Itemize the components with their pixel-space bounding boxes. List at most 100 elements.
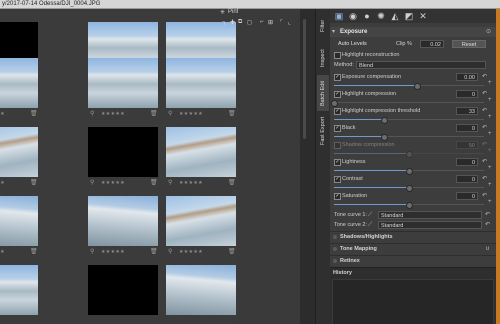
- highlight-reconstruction-checkbox[interactable]: [334, 52, 341, 59]
- edited-icon[interactable]: ⚲: [90, 110, 94, 118]
- section-toggle-icon[interactable]: ⊙: [486, 27, 491, 37]
- thumbnail-image[interactable]: [88, 196, 158, 246]
- filmstrip-scrollbar[interactable]: [303, 19, 306, 139]
- rating-stars[interactable]: ★★★★★: [0, 110, 5, 118]
- thumbnail-cell[interactable]: ⚲★★★★★🗑: [166, 127, 236, 193]
- curve-icon[interactable]: ⟋: [368, 210, 372, 220]
- add-icon[interactable]: +: [488, 112, 492, 122]
- reset-slider-icon[interactable]: ↶: [482, 191, 487, 201]
- history-list[interactable]: [332, 279, 494, 324]
- add-icon[interactable]: +: [488, 180, 492, 190]
- trash-icon[interactable]: 🗑: [150, 110, 158, 118]
- slider-value-input[interactable]: 0: [456, 192, 478, 200]
- section-enabled-icon[interactable]: [333, 235, 337, 239]
- arrange-tool-icon[interactable]: ⧉: [238, 19, 242, 26]
- thumbnail-cell[interactable]: [166, 265, 236, 324]
- reset-slider-icon[interactable]: ↶: [482, 89, 487, 99]
- thumbnail-image[interactable]: [88, 127, 158, 177]
- flip-tool-icon[interactable]: ⌞: [288, 19, 291, 26]
- add-tool-icon[interactable]: ✚: [230, 19, 235, 26]
- transform-tab-icon[interactable]: ◭: [390, 11, 400, 21]
- thumbnail-cell[interactable]: ⚲★★★★★🗑: [0, 127, 38, 193]
- trash-icon[interactable]: 🗑: [30, 179, 38, 187]
- slider-value-input[interactable]: 0.00: [456, 73, 478, 81]
- rating-stars[interactable]: ★★★★★: [101, 110, 125, 118]
- trash-icon[interactable]: 🗑: [150, 179, 158, 187]
- slider-knob[interactable]: [406, 202, 413, 209]
- trash-icon[interactable]: 🗑: [228, 110, 236, 118]
- thumbnail-image[interactable]: [166, 265, 236, 315]
- rotate-tool-icon[interactable]: ⌜: [280, 19, 283, 26]
- thumbnail-cell[interactable]: ⚲★★★★★🗑: [0, 58, 38, 124]
- slider-checkbox[interactable]: [334, 142, 341, 149]
- add-icon[interactable]: +: [488, 78, 492, 88]
- curve-icon[interactable]: ⟋: [368, 220, 372, 230]
- thumbnail-image[interactable]: [166, 58, 236, 108]
- reset-slider-icon[interactable]: ↶: [482, 72, 487, 82]
- tab-fast-export[interactable]: Fast Export: [317, 113, 329, 149]
- detail-tab-icon[interactable]: ◉: [348, 11, 358, 21]
- add-icon[interactable]: +: [488, 146, 492, 156]
- trash-icon[interactable]: 🗑: [228, 248, 236, 256]
- slider-track[interactable]: [334, 83, 484, 90]
- thumbnail-image[interactable]: [0, 127, 38, 177]
- rating-stars[interactable]: ★★★★★: [179, 110, 203, 118]
- transform-tool-icon[interactable]: ⊞: [268, 19, 273, 26]
- slider-checkbox[interactable]: ✓: [334, 108, 341, 115]
- reset-button[interactable]: Reset: [452, 40, 486, 48]
- clip-input[interactable]: 0.02: [420, 40, 444, 48]
- slider-track[interactable]: [331, 100, 484, 107]
- reset-curve-icon[interactable]: ↶: [485, 220, 490, 230]
- thumbnail-cell[interactable]: ⚲★★★★★🗑: [0, 196, 38, 262]
- edited-icon[interactable]: ⚲: [168, 179, 172, 187]
- reset-slider-icon[interactable]: ↶: [482, 123, 487, 133]
- trash-icon[interactable]: 🗑: [228, 179, 236, 187]
- trash-icon[interactable]: 🗑: [150, 248, 158, 256]
- exposure-section-header[interactable]: ▾ Exposure ⊙: [330, 27, 496, 37]
- rating-stars[interactable]: ★★★★★: [0, 179, 5, 187]
- slider-checkbox[interactable]: ✓: [334, 176, 341, 183]
- tab-batch-edit[interactable]: Batch Edit: [317, 75, 329, 111]
- metadata-tab-icon[interactable]: ✕: [418, 11, 428, 21]
- thumbnail-image[interactable]: [0, 58, 38, 108]
- section-retinex[interactable]: Retinex: [330, 255, 496, 266]
- slider-track[interactable]: [334, 134, 484, 141]
- section-shadows-highlights[interactable]: Shadows/Highlights: [330, 231, 496, 242]
- slider-checkbox[interactable]: ✓: [334, 159, 341, 166]
- section-enabled-icon[interactable]: [333, 259, 337, 263]
- thumbnail-image[interactable]: [0, 196, 38, 246]
- thumbnail-cell[interactable]: ⚲ ★★★★★ 🗑: [88, 127, 158, 193]
- thumbnail-image[interactable]: [166, 127, 236, 177]
- slider-track[interactable]: [334, 185, 484, 192]
- thumbnail-image[interactable]: [166, 196, 236, 246]
- raw-tab-icon[interactable]: ◩: [404, 11, 414, 21]
- thumbnail-cell[interactable]: ⚲ ★★★★★ 🗑: [166, 196, 236, 262]
- reset-slider-icon[interactable]: ↶: [482, 174, 487, 184]
- wavelet-tab-icon[interactable]: ✺: [376, 11, 386, 21]
- edited-icon[interactable]: ⚲: [168, 248, 172, 256]
- thumbnail-cell[interactable]: ⚲ ★★★★★ 🗑: [166, 58, 236, 124]
- power-icon[interactable]: ᴜ: [486, 244, 489, 254]
- slider-track[interactable]: [334, 151, 484, 158]
- tone-curve-select[interactable]: Standard: [378, 221, 482, 229]
- slider-track[interactable]: [334, 168, 484, 175]
- section-enabled-icon[interactable]: [333, 247, 337, 251]
- edited-icon[interactable]: ⚲: [168, 110, 172, 118]
- slider-value-input[interactable]: 0: [456, 158, 478, 166]
- thumbnail-cell[interactable]: [88, 265, 158, 324]
- trash-icon[interactable]: 🗑: [30, 110, 38, 118]
- edited-icon[interactable]: ⚲: [90, 179, 94, 187]
- rating-stars[interactable]: ★★★★★: [101, 248, 125, 256]
- rating-stars[interactable]: ★★★★★: [101, 179, 125, 187]
- color-tab-icon[interactable]: ●: [362, 11, 372, 21]
- tab-filter[interactable]: Filter: [317, 11, 329, 41]
- thumbnail-image[interactable]: [88, 58, 158, 108]
- rating-stars[interactable]: ★★★★★: [179, 248, 203, 256]
- section-tone-mapping[interactable]: Tone Mapping ᴜ: [330, 243, 496, 254]
- auto-levels-button[interactable]: Auto Levels: [338, 40, 378, 48]
- panel-divider[interactable]: [300, 9, 315, 324]
- slider-track[interactable]: [334, 202, 484, 209]
- selection-tool-icon[interactable]: ┐: [222, 19, 226, 25]
- tone-curve-select[interactable]: Standard: [378, 211, 482, 219]
- slider-checkbox[interactable]: ✓: [334, 193, 341, 200]
